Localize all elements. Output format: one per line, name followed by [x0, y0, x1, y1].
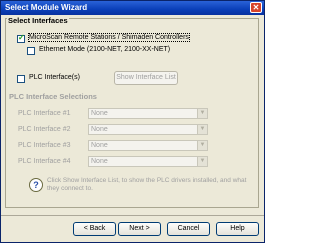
plc-label[interactable]: PLC Interface(s): [29, 74, 80, 81]
plc-interface-2-label: PLC Interface #2: [18, 126, 71, 133]
window-title: Select Module Wizard: [5, 3, 88, 12]
plc-interface-2-select[interactable]: None ▼: [88, 124, 208, 135]
select-interfaces-title: Select Interfaces: [7, 16, 69, 25]
plc-interface-4-select[interactable]: None ▼: [88, 156, 208, 167]
back-button[interactable]: < Back: [73, 222, 116, 236]
plc-interface-3-select[interactable]: None ▼: [88, 140, 208, 151]
help-button[interactable]: Help: [216, 222, 259, 236]
ethernet-label[interactable]: Ethernet Mode (2100-NET, 2100-XX-NET): [39, 46, 170, 53]
title-bar[interactable]: Select Module Wizard ✕: [1, 1, 264, 15]
plc-interface-1-value: None: [91, 110, 108, 117]
question-icon: ?: [29, 178, 43, 192]
chevron-down-icon: ▼: [197, 109, 207, 118]
wizard-window: Select Module Wizard ✕ Select Interfaces…: [0, 0, 265, 243]
chevron-down-icon: ▼: [197, 125, 207, 134]
ethernet-checkbox[interactable]: [27, 47, 35, 55]
plc-interface-3-label: PLC Interface #3: [18, 142, 71, 149]
microscan-label[interactable]: MicroScan Remote Stations / Shimaden Con…: [28, 33, 190, 42]
plc-interface-1-label: PLC Interface #1: [18, 110, 71, 117]
plc-interface-2-value: None: [91, 126, 108, 133]
plc-checkbox[interactable]: [17, 75, 25, 83]
next-button[interactable]: Next >: [118, 222, 161, 236]
plc-selections-title: PLC Interface Selections: [9, 92, 97, 101]
plc-interface-4-label: PLC Interface #4: [18, 158, 71, 165]
plc-interface-1-select[interactable]: None ▼: [88, 108, 208, 119]
microscan-checkbox[interactable]: [17, 33, 25, 43]
plc-interface-3-value: None: [91, 142, 108, 149]
divider: [1, 215, 264, 216]
chevron-down-icon: ▼: [197, 157, 207, 166]
chevron-down-icon: ▼: [197, 141, 207, 150]
show-interface-list-button[interactable]: Show Interface List: [114, 71, 178, 85]
plc-interface-4-value: None: [91, 158, 108, 165]
cancel-button[interactable]: Cancel: [167, 222, 210, 236]
close-button[interactable]: ✕: [250, 2, 262, 13]
info-text: Click Show Interface List, to show the P…: [47, 177, 247, 192]
